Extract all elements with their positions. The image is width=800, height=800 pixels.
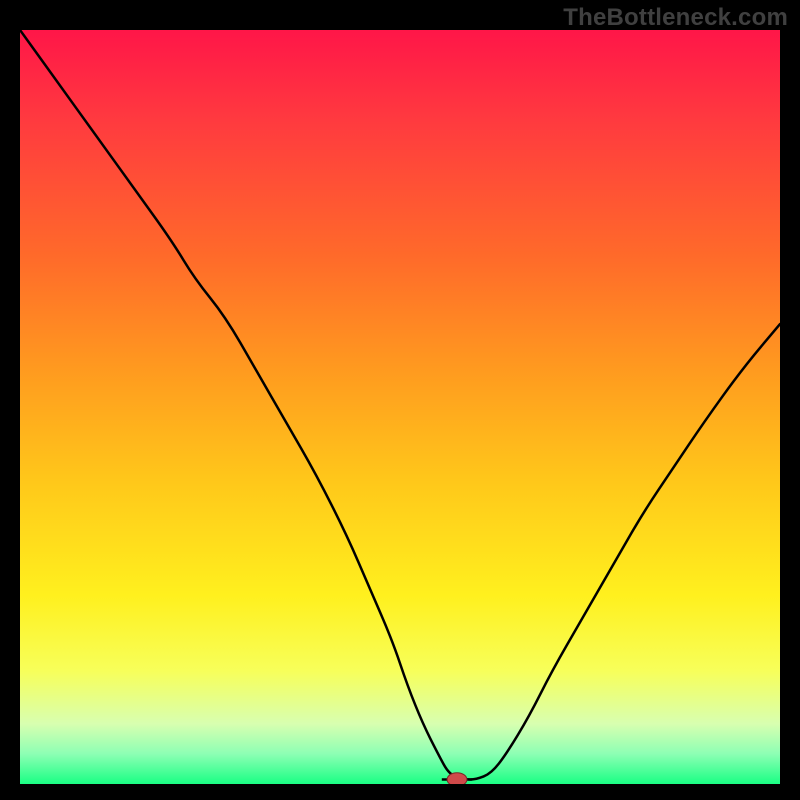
bottleneck-chart — [20, 30, 780, 784]
optimum-marker — [447, 773, 467, 784]
chart-frame: TheBottleneck.com — [0, 0, 800, 800]
watermark-text: TheBottleneck.com — [563, 4, 788, 32]
gradient-background — [20, 30, 780, 784]
